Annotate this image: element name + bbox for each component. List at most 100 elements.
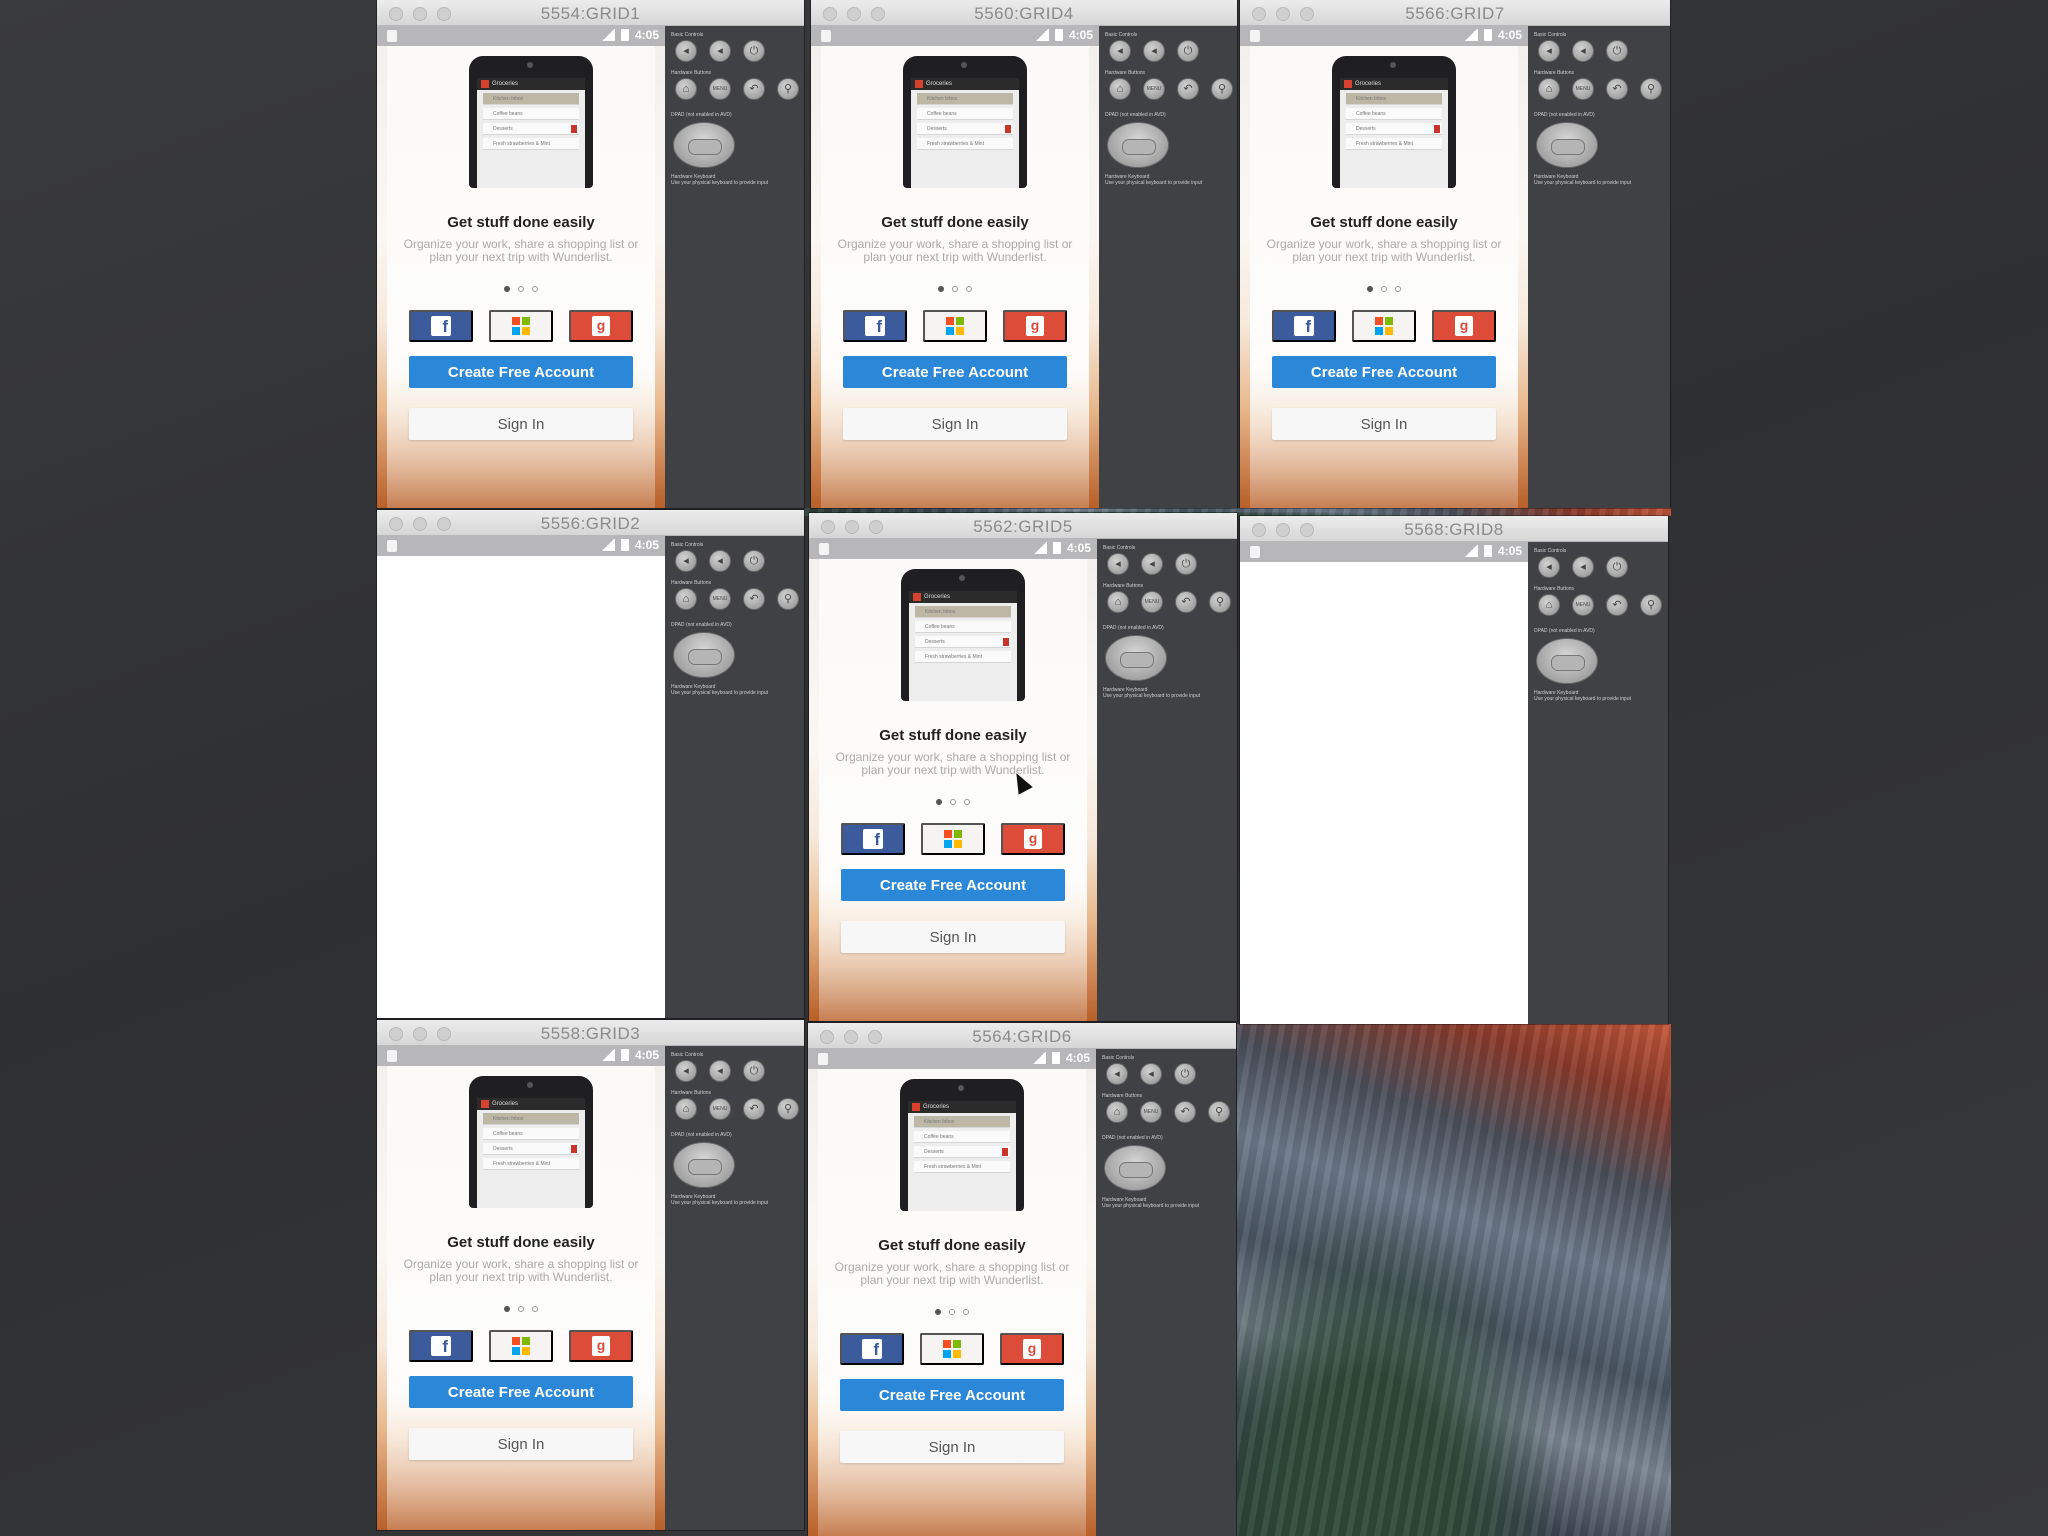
- home-icon[interactable]: ⌂: [1538, 78, 1560, 100]
- sign-in-button[interactable]: Sign In: [409, 408, 633, 440]
- volume-up-icon[interactable]: ◂: [1572, 40, 1594, 62]
- emulator-window-w2[interactable]: 5556:GRID2 4:05 Basic Controls ◂ ◂ ⏻ Har…: [377, 510, 804, 1018]
- emulator-window-w1[interactable]: 5554:GRID1 4:05 Groceries Kitchen Inbox …: [377, 0, 804, 508]
- device-screen[interactable]: 4:05 Groceries Kitchen Inbox Coffee bean…: [377, 26, 665, 508]
- emulator-window-w8[interactable]: 5568:GRID8 4:05 Basic Controls ◂ ◂ ⏻ Har…: [1240, 516, 1668, 1024]
- search-icon[interactable]: ⚲: [1640, 78, 1662, 100]
- volume-down-icon[interactable]: ◂: [1538, 556, 1560, 578]
- dpad-control[interactable]: [1107, 122, 1169, 168]
- emulator-window-w6[interactable]: 5564:GRID6 4:05 Groceries Kitchen Inbox …: [808, 1023, 1236, 1536]
- volume-up-icon[interactable]: ◂: [1141, 553, 1163, 575]
- page-dot[interactable]: [935, 1309, 941, 1315]
- device-screen[interactable]: 4:05 Groceries Kitchen Inbox Coffee bean…: [809, 539, 1097, 1021]
- emulator-window-w3[interactable]: 5558:GRID3 4:05 Groceries Kitchen Inbox …: [377, 1020, 804, 1530]
- home-icon[interactable]: ⌂: [675, 588, 697, 610]
- home-icon[interactable]: ⌂: [1106, 1101, 1128, 1123]
- search-icon[interactable]: ⚲: [1211, 78, 1233, 100]
- dpad-control[interactable]: [1105, 635, 1167, 681]
- page-dot[interactable]: [1367, 286, 1373, 292]
- search-icon[interactable]: ⚲: [1209, 591, 1231, 613]
- back-icon[interactable]: ↶: [1177, 78, 1199, 100]
- dpad-control[interactable]: [673, 1142, 735, 1188]
- home-icon[interactable]: ⌂: [1107, 591, 1129, 613]
- back-icon[interactable]: ↶: [1606, 594, 1628, 616]
- facebook-login-button[interactable]: f: [843, 310, 907, 342]
- page-dot[interactable]: [938, 286, 944, 292]
- google-login-button[interactable]: g: [1432, 310, 1496, 342]
- window-titlebar[interactable]: 5566:GRID7: [1240, 0, 1670, 26]
- volume-up-icon[interactable]: ◂: [709, 40, 731, 62]
- sign-in-button[interactable]: Sign In: [409, 1428, 633, 1460]
- power-icon[interactable]: ⏻: [1606, 556, 1628, 578]
- create-account-button[interactable]: Create Free Account: [1272, 356, 1496, 388]
- back-icon[interactable]: ↶: [743, 78, 765, 100]
- window-titlebar[interactable]: 5558:GRID3: [377, 1020, 804, 1046]
- menu-button[interactable]: MENU: [1141, 591, 1163, 613]
- home-icon[interactable]: ⌂: [1538, 594, 1560, 616]
- window-titlebar[interactable]: 5568:GRID8: [1240, 516, 1668, 542]
- page-dot[interactable]: [936, 799, 942, 805]
- microsoft-login-button[interactable]: [920, 1333, 984, 1365]
- home-icon[interactable]: ⌂: [675, 1098, 697, 1120]
- emulator-window-w5[interactable]: 5562:GRID5 4:05 Groceries Kitchen Inbox …: [809, 513, 1237, 1021]
- volume-up-icon[interactable]: ◂: [709, 550, 731, 572]
- back-icon[interactable]: ↶: [1174, 1101, 1196, 1123]
- sign-in-button[interactable]: Sign In: [1272, 408, 1496, 440]
- dpad-control[interactable]: [1536, 638, 1598, 684]
- page-dot[interactable]: [966, 286, 972, 292]
- google-login-button[interactable]: g: [1001, 823, 1065, 855]
- power-icon[interactable]: ⏻: [1606, 40, 1628, 62]
- page-dot[interactable]: [532, 286, 538, 292]
- google-login-button[interactable]: g: [1000, 1333, 1064, 1365]
- menu-button[interactable]: MENU: [1143, 78, 1165, 100]
- volume-up-icon[interactable]: ◂: [709, 1060, 731, 1082]
- sign-in-button[interactable]: Sign In: [843, 408, 1067, 440]
- home-icon[interactable]: ⌂: [675, 78, 697, 100]
- power-icon[interactable]: ⏻: [743, 550, 765, 572]
- page-indicator[interactable]: [387, 286, 655, 292]
- page-dot[interactable]: [518, 1306, 524, 1312]
- create-account-button[interactable]: Create Free Account: [840, 1379, 1064, 1411]
- dpad-control[interactable]: [1104, 1145, 1166, 1191]
- page-indicator[interactable]: [821, 286, 1089, 292]
- device-screen[interactable]: 4:05 Groceries Kitchen Inbox Coffee bean…: [811, 26, 1099, 508]
- microsoft-login-button[interactable]: [489, 310, 553, 342]
- create-account-button[interactable]: Create Free Account: [409, 1376, 633, 1408]
- facebook-login-button[interactable]: f: [841, 823, 905, 855]
- google-login-button[interactable]: g: [569, 310, 633, 342]
- page-dot[interactable]: [1381, 286, 1387, 292]
- search-icon[interactable]: ⚲: [1640, 594, 1662, 616]
- page-dot[interactable]: [949, 1309, 955, 1315]
- page-indicator[interactable]: [819, 799, 1087, 805]
- window-titlebar[interactable]: 5564:GRID6: [808, 1023, 1236, 1049]
- window-titlebar[interactable]: 5562:GRID5: [809, 513, 1237, 539]
- page-dot[interactable]: [950, 799, 956, 805]
- volume-down-icon[interactable]: ◂: [1107, 553, 1129, 575]
- volume-down-icon[interactable]: ◂: [675, 1060, 697, 1082]
- device-screen[interactable]: 4:05 Groceries Kitchen Inbox Coffee bean…: [1240, 26, 1528, 508]
- volume-down-icon[interactable]: ◂: [1109, 40, 1131, 62]
- dpad-control[interactable]: [1536, 122, 1598, 168]
- page-indicator[interactable]: [387, 1306, 655, 1312]
- dpad-control[interactable]: [673, 122, 735, 168]
- power-icon[interactable]: ⏻: [1177, 40, 1199, 62]
- page-indicator[interactable]: [1250, 286, 1518, 292]
- create-account-button[interactable]: Create Free Account: [409, 356, 633, 388]
- page-dot[interactable]: [518, 286, 524, 292]
- device-screen[interactable]: 4:05: [377, 536, 665, 1018]
- google-login-button[interactable]: g: [1003, 310, 1067, 342]
- menu-button[interactable]: MENU: [709, 588, 731, 610]
- menu-button[interactable]: MENU: [1140, 1101, 1162, 1123]
- create-account-button[interactable]: Create Free Account: [843, 356, 1067, 388]
- search-icon[interactable]: ⚲: [777, 78, 799, 100]
- menu-button[interactable]: MENU: [1572, 594, 1594, 616]
- window-titlebar[interactable]: 5554:GRID1: [377, 0, 804, 26]
- google-login-button[interactable]: g: [569, 1330, 633, 1362]
- back-icon[interactable]: ↶: [743, 588, 765, 610]
- page-dot[interactable]: [963, 1309, 969, 1315]
- volume-down-icon[interactable]: ◂: [1106, 1063, 1128, 1085]
- menu-button[interactable]: MENU: [1572, 78, 1594, 100]
- power-icon[interactable]: ⏻: [1175, 553, 1197, 575]
- volume-down-icon[interactable]: ◂: [1538, 40, 1560, 62]
- page-dot[interactable]: [1395, 286, 1401, 292]
